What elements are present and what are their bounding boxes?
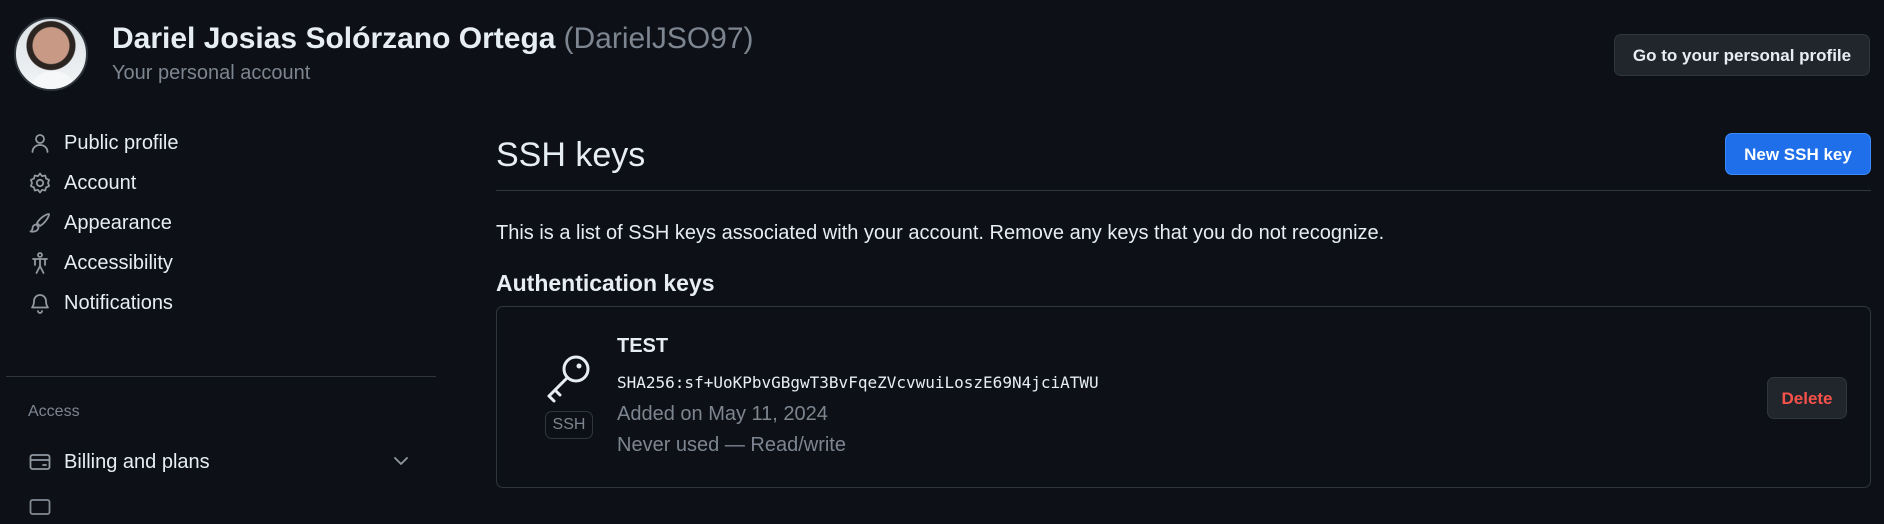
key-added-date: Added on May 11, 2024 bbox=[617, 403, 828, 425]
key-title: TEST bbox=[617, 335, 669, 357]
user-display-name: Dariel Josias Solórzano Ortega (DarielJSO… bbox=[112, 22, 754, 56]
gear-icon bbox=[28, 171, 52, 195]
sidebar-item-label: Billing and plans bbox=[64, 450, 210, 473]
avatar[interactable] bbox=[14, 17, 88, 91]
sidebar-item-public-profile[interactable]: Public profile bbox=[28, 126, 418, 160]
sidebar-item-accessibility[interactable]: Accessibility bbox=[28, 246, 418, 280]
sidebar-item-notifications[interactable]: Notifications bbox=[28, 286, 418, 320]
person-icon bbox=[28, 131, 52, 155]
sidebar-item-label: Notifications bbox=[64, 291, 173, 314]
avatar-shirt bbox=[30, 71, 76, 89]
key-fingerprint: SHA256:sf+UoKPbvGBgwT3BvFqeZVcvwuiLoszE6… bbox=[617, 373, 1099, 392]
page-description: This is a list of SSH keys associated wi… bbox=[496, 222, 1385, 244]
accessibility-icon bbox=[28, 251, 52, 275]
account-type-label: Your personal account bbox=[112, 62, 311, 84]
bell-icon bbox=[28, 291, 52, 315]
sidebar-item-label: Account bbox=[64, 171, 137, 194]
sidebar-divider bbox=[6, 376, 436, 377]
authentication-keys-heading: Authentication keys bbox=[496, 270, 715, 296]
sidebar-item-billing[interactable]: Billing and plans bbox=[28, 445, 418, 479]
title-divider bbox=[496, 190, 1871, 191]
ssh-type-badge: SSH bbox=[545, 411, 593, 439]
key-icon bbox=[547, 355, 590, 403]
sidebar-item-label: Appearance bbox=[64, 211, 172, 234]
chevron-down-icon[interactable] bbox=[392, 452, 410, 470]
new-ssh-key-button[interactable]: New SSH key bbox=[1725, 133, 1871, 175]
sidebar-item-label: Public profile bbox=[64, 131, 179, 154]
mail-icon bbox=[28, 495, 52, 519]
ssh-key-card: SSH TEST SHA256:sf+UoKPbvGBgwT3BvFqeZVcv… bbox=[496, 306, 1871, 488]
username-text: (DarielJSO97) bbox=[563, 22, 754, 55]
go-to-profile-button[interactable]: Go to your personal profile bbox=[1614, 34, 1870, 76]
sidebar-item-account[interactable]: Account bbox=[28, 166, 418, 200]
sidebar-item-appearance[interactable]: Appearance bbox=[28, 206, 418, 240]
credit-card-icon bbox=[28, 450, 52, 474]
sidebar-item-partial[interactable] bbox=[28, 490, 418, 524]
delete-key-button[interactable]: Delete bbox=[1767, 377, 1847, 419]
sidebar-section-access: Access bbox=[28, 403, 80, 420]
page-title: SSH keys bbox=[496, 136, 646, 174]
key-usage-status: Never used — Read/write bbox=[617, 434, 846, 456]
display-name-text: Dariel Josias Solórzano Ortega bbox=[112, 22, 556, 55]
page-header: Dariel Josias Solórzano Ortega (DarielJSO… bbox=[0, 0, 1884, 100]
sidebar-item-label: Accessibility bbox=[64, 251, 173, 274]
paintbrush-icon bbox=[28, 211, 52, 235]
